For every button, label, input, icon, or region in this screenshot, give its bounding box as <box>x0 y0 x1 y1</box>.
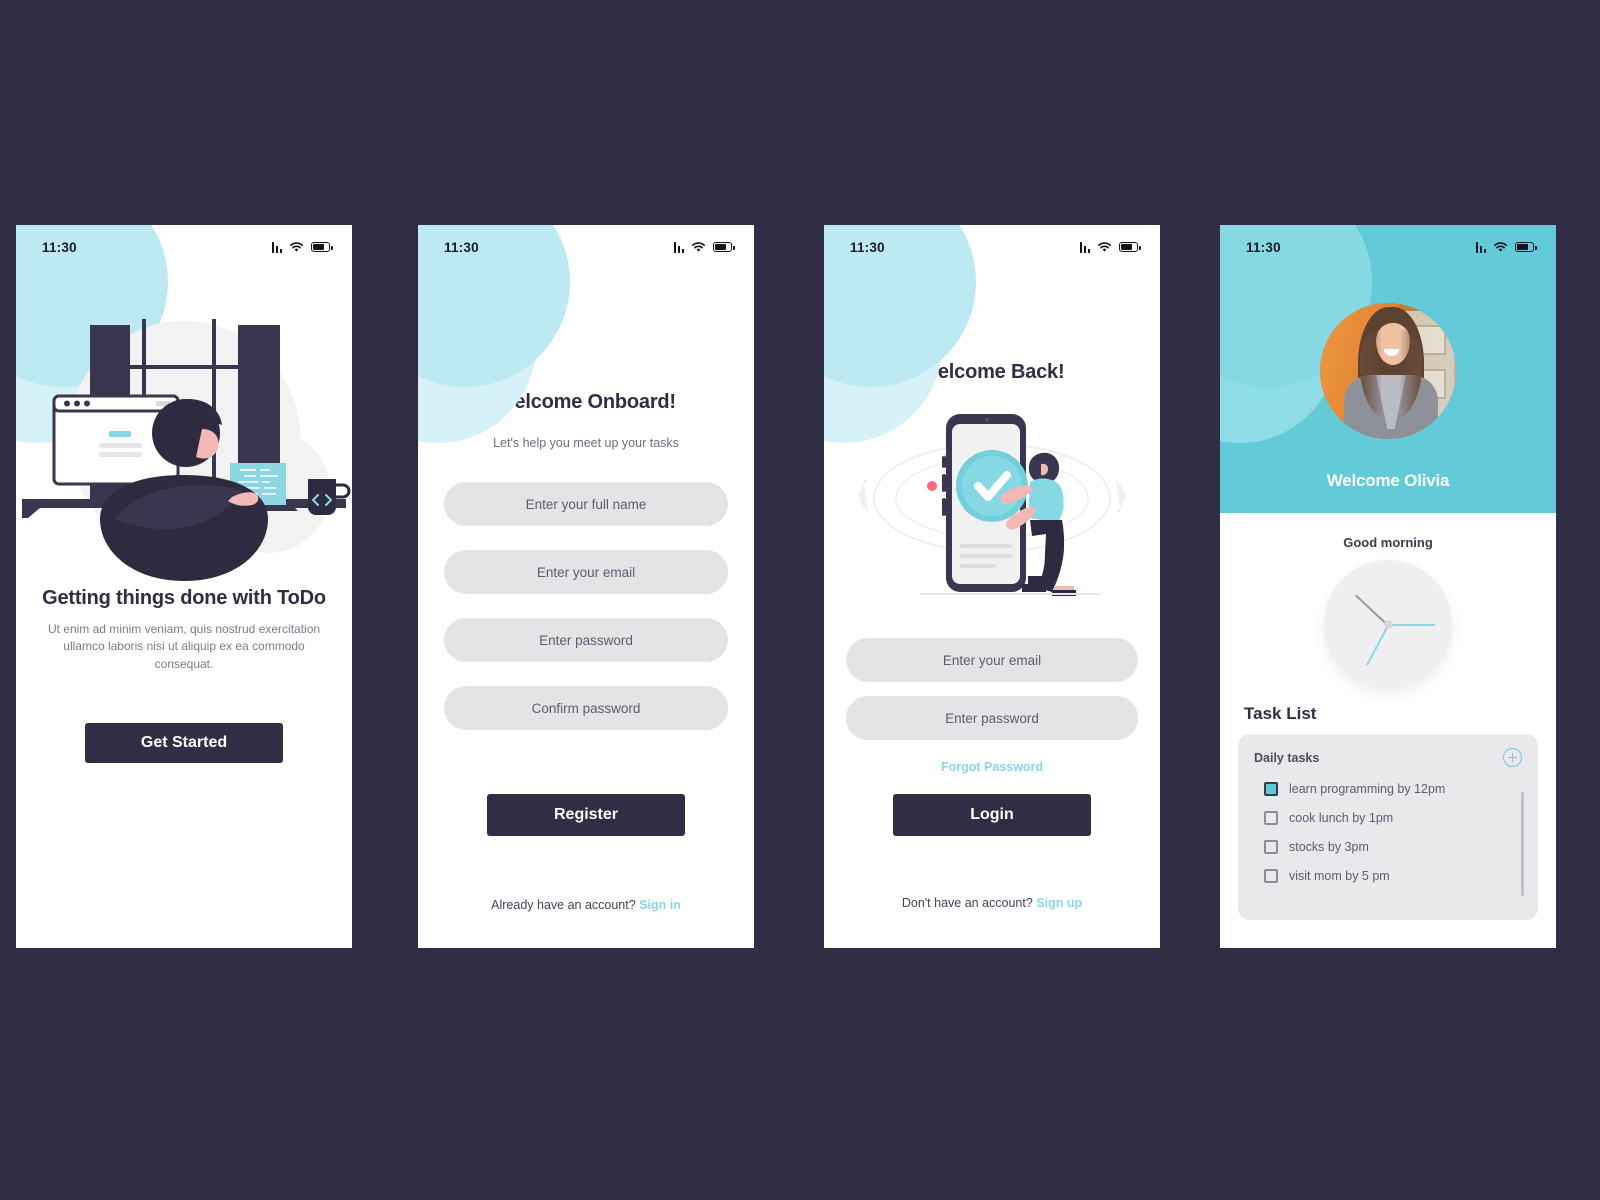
page-subtitle: Let's help you meet up your tasks <box>493 436 679 450</box>
sign-in-link[interactable]: Sign in <box>639 898 681 912</box>
screen-home-dashboard: 11:30 Welcome Olivia Good morning Task L… <box>1220 225 1556 948</box>
task-label: stocks by 3pm <box>1289 840 1369 854</box>
page-title: Getting things done with ToDo <box>42 587 326 609</box>
signup-prompt-text: Don't have an account? <box>901 896 1033 910</box>
task-checkbox[interactable] <box>1264 811 1278 825</box>
confirm-password-input[interactable]: Confirm password <box>444 686 728 730</box>
email-input[interactable]: Enter your email <box>444 550 728 594</box>
signin-prompt-text: Already have an account? <box>491 898 636 912</box>
wifi-icon <box>1493 241 1508 253</box>
login-form: Enter your email Enter password Forgot P… <box>824 638 1160 910</box>
task-list-scrollbar[interactable] <box>1521 792 1524 896</box>
password-input[interactable]: Enter password <box>444 618 728 662</box>
status-icons <box>1079 241 1141 253</box>
signal-icon <box>271 241 282 253</box>
status-time: 11:30 <box>444 239 479 255</box>
screen-register: 11:30 Welcome Onboard! Let's help you me… <box>418 225 754 948</box>
intro-paragraph: Ut enim ad minim veniam, quis nostrud ex… <box>47 622 321 671</box>
signal-icon <box>673 241 684 253</box>
avatar[interactable] <box>1320 303 1456 439</box>
forgot-password-link[interactable]: Forgot Password <box>846 760 1138 774</box>
get-started-button[interactable]: Get Started <box>85 723 283 764</box>
status-icons <box>1475 241 1537 253</box>
status-bar: 11:30 <box>16 225 352 269</box>
full-name-input[interactable]: Enter your full name <box>444 482 728 526</box>
status-icons <box>673 241 735 253</box>
login-button[interactable]: Login <box>893 794 1091 836</box>
status-time: 11:30 <box>850 239 885 255</box>
status-time: 11:30 <box>42 239 77 255</box>
task-checkbox[interactable] <box>1264 782 1278 796</box>
task-label: learn programming by 12pm <box>1289 782 1446 796</box>
wifi-icon <box>691 241 706 253</box>
status-bar: 11:30 <box>1220 225 1556 269</box>
sign-up-link[interactable]: Sign up <box>1036 896 1082 910</box>
task-list-heading: Task List <box>1244 704 1317 723</box>
signup-prompt: Don't have an account? Sign up <box>846 896 1138 910</box>
signal-icon <box>1475 241 1486 253</box>
profile-header: 11:30 Welcome Olivia <box>1220 225 1556 513</box>
status-bar: 11:30 <box>824 225 1160 269</box>
daily-tasks-card: Daily tasks learn programming by 12pm co… <box>1238 734 1538 920</box>
screen-login: 11:30 Welcome Back! Enter your email Ent… <box>824 225 1160 948</box>
greeting-text: Good morning <box>1343 535 1433 550</box>
list-item[interactable]: visit mom by 5 pm <box>1254 869 1522 883</box>
status-icons <box>271 241 333 253</box>
battery-icon <box>311 242 333 252</box>
intro-copy: Getting things done with ToDo Ut enim ad… <box>16 587 352 764</box>
register-button[interactable]: Register <box>487 794 685 836</box>
clock-second-hand <box>1365 624 1390 666</box>
input-group: Enter your full name Enter your email En… <box>444 482 728 730</box>
page-title: Welcome Onboard! <box>496 391 676 413</box>
status-bar: 11:30 <box>418 225 754 269</box>
analog-clock <box>1324 560 1452 688</box>
password-input[interactable]: Enter password <box>846 696 1138 740</box>
signin-prompt: Already have an account? Sign in <box>444 898 728 912</box>
input-group: Enter your email Enter password <box>846 638 1138 740</box>
daily-tasks-header: Daily tasks <box>1254 748 1522 767</box>
add-task-icon[interactable] <box>1503 748 1522 767</box>
register-form: Welcome Onboard! Let's help you meet up … <box>418 391 754 912</box>
task-label: cook lunch by 1pm <box>1289 811 1394 825</box>
clock-minute-hand <box>1388 624 1435 627</box>
list-item[interactable]: learn programming by 12pm <box>1254 782 1522 796</box>
task-checkbox[interactable] <box>1264 840 1278 854</box>
wifi-icon <box>1097 241 1112 253</box>
woman-with-phone-checkmark-illustration <box>824 394 1160 614</box>
list-item[interactable]: stocks by 3pm <box>1254 840 1522 854</box>
page-title: Welcome Back! <box>919 361 1065 383</box>
battery-icon <box>1119 242 1141 252</box>
battery-icon <box>713 242 735 252</box>
list-item[interactable]: cook lunch by 1pm <box>1254 811 1522 825</box>
welcome-message: Welcome Olivia <box>1326 471 1450 490</box>
status-time: 11:30 <box>1246 239 1281 255</box>
screen-onboarding-intro: 11:30 Getting things done with ToDo Ut e… <box>16 225 352 948</box>
task-label: visit mom by 5 pm <box>1289 869 1390 883</box>
signal-icon <box>1079 241 1090 253</box>
wifi-icon <box>289 241 304 253</box>
task-checkbox[interactable] <box>1264 869 1278 883</box>
battery-icon <box>1515 242 1537 252</box>
email-input[interactable]: Enter your email <box>846 638 1138 682</box>
daily-tasks-title: Daily tasks <box>1254 750 1320 765</box>
person-at-desk-illustration <box>16 291 352 581</box>
mockup-canvas: 11:30 Getting things done with ToDo Ut e… <box>0 0 1600 1200</box>
clock-center-pivot <box>1383 619 1393 629</box>
